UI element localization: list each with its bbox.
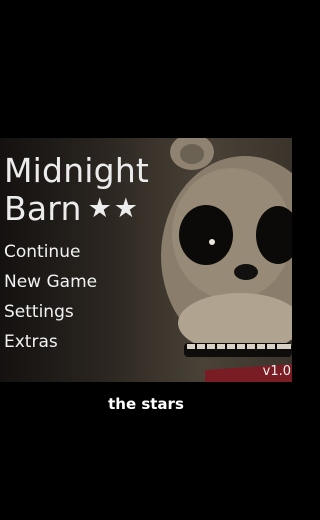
title-screen: Midnight Barn ★★ Continue New Game Setti… [0, 138, 292, 382]
title-line-2-row: Barn ★★ [4, 190, 149, 228]
menu-item-extras[interactable]: Extras [4, 329, 97, 359]
version-label: v1.0 [262, 364, 291, 379]
star-icon: ★★ [87, 193, 140, 224]
menu-item-new-game[interactable]: New Game [4, 269, 97, 299]
title-line-1: Midnight [4, 151, 150, 190]
main-menu: Continue New Game Settings Extras [4, 239, 97, 359]
menu-item-continue[interactable]: Continue [4, 239, 97, 269]
title-line-2: Barn [4, 189, 82, 228]
menu-item-settings[interactable]: Settings [4, 299, 97, 329]
game-title: Midnight Barn ★★ [4, 152, 149, 228]
video-caption: the stars [108, 395, 184, 413]
